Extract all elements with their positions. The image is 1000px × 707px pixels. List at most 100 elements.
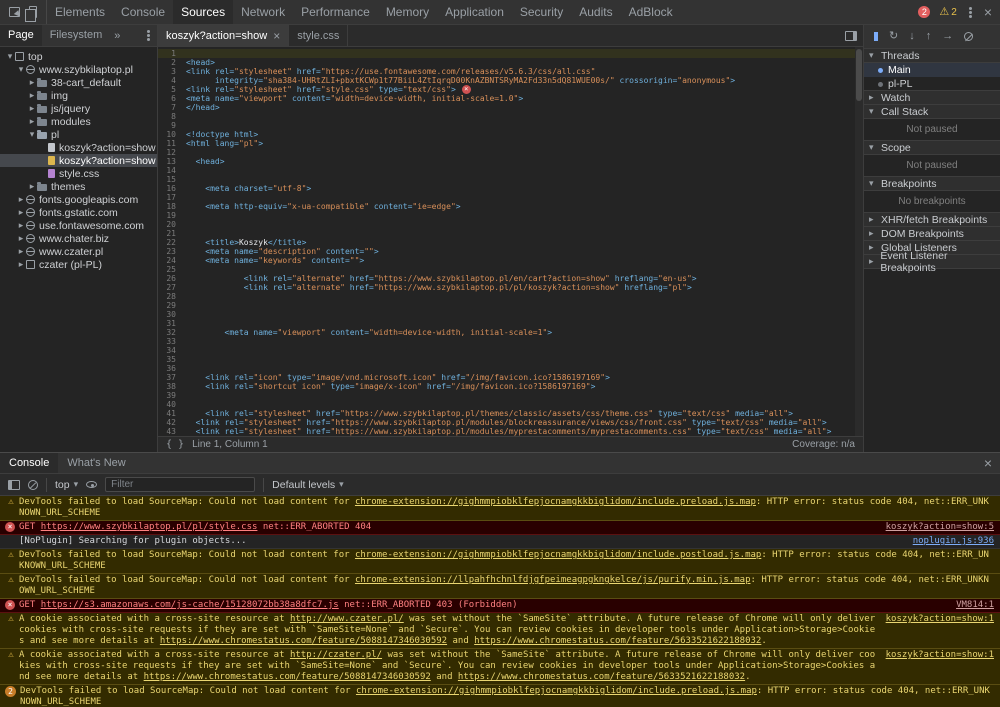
tab-console[interactable]: Console [0, 453, 58, 473]
thread-item-pl-pl[interactable]: pl-PL [864, 77, 1000, 91]
line-number[interactable]: 41 [158, 409, 182, 418]
line-number[interactable]: 14 [158, 166, 182, 175]
section-header-watch[interactable]: ▸Watch [864, 90, 1000, 105]
line-number[interactable]: 3 [158, 67, 182, 76]
line-number[interactable]: 35 [158, 355, 182, 364]
close-drawer-icon[interactable]: × [984, 456, 1000, 470]
toggle-panel-icon[interactable] [845, 31, 857, 41]
line-number[interactable]: 19 [158, 211, 182, 220]
line-number[interactable]: 34 [158, 346, 182, 355]
line-number[interactable]: 22 [158, 238, 182, 247]
panel-tab-security[interactable]: Security [512, 0, 571, 24]
tree-item-top[interactable]: ▾top [0, 50, 157, 63]
error-count-badge[interactable]: 2 [918, 6, 930, 18]
tree-item-img[interactable]: ▸img [0, 89, 157, 102]
line-number[interactable]: 39 [158, 391, 182, 400]
source-location-link[interactable]: koszyk?action=show:1 [886, 650, 994, 661]
message-link[interactable]: https://s3.amazonaws.com/js-cache/151280… [41, 600, 339, 610]
line-number[interactable]: 31 [158, 319, 182, 328]
section-header-xhr-fetch-breakpoints[interactable]: ▸XHR/fetch Breakpoints [864, 212, 1000, 227]
line-number[interactable]: 17 [158, 193, 182, 202]
line-number[interactable]: 25 [158, 265, 182, 274]
tree-item-use-fontawesome-com[interactable]: ▸use.fontawesome.com [0, 219, 157, 232]
message-link[interactable]: http://www.czater.pl/ [290, 614, 404, 624]
line-number[interactable]: 7 [158, 103, 182, 112]
scrollbar-thumb[interactable] [856, 49, 862, 101]
line-number[interactable]: 30 [158, 310, 182, 319]
line-number[interactable]: 36 [158, 364, 182, 373]
tab-whats-new[interactable]: What's New [58, 453, 134, 473]
source-location-link[interactable]: VM814:1 [956, 600, 994, 611]
deactivate-breakpoints-icon[interactable] [964, 32, 973, 41]
device-toolbar-icon[interactable] [29, 6, 37, 18]
line-number[interactable]: 8 [158, 112, 182, 121]
editor-tab-koszyk-action-show[interactable]: koszyk?action=show× [158, 25, 289, 46]
message-link[interactable]: https://www.szybkilaptop.pl/pl/style.css [41, 522, 258, 532]
tree-item-38-cart-default[interactable]: ▸38-cart_default [0, 76, 157, 89]
line-number[interactable]: 2 [158, 58, 182, 67]
line-number[interactable]: 6 [158, 94, 182, 103]
panel-tab-performance[interactable]: Performance [293, 0, 378, 24]
coverage-status[interactable]: Coverage: n/a [792, 439, 855, 450]
panel-tab-memory[interactable]: Memory [378, 0, 437, 24]
panel-tab-sources[interactable]: Sources [173, 0, 233, 24]
step-icon[interactable]: → [942, 31, 953, 42]
console-sidebar-toggle-icon[interactable] [8, 480, 20, 490]
editor-tab-style-css[interactable]: style.css [289, 25, 348, 46]
step-into-icon[interactable]: ↓ [909, 31, 915, 42]
line-number[interactable]: 13 [158, 157, 182, 166]
tree-item-js-jquery[interactable]: ▸js/jquery [0, 102, 157, 115]
panel-tab-console[interactable]: Console [113, 0, 173, 24]
line-number[interactable]: 4 [158, 76, 182, 85]
line-number[interactable]: 24 [158, 256, 182, 265]
line-number[interactable]: 12 [158, 148, 182, 157]
navigator-more-icon[interactable] [147, 34, 150, 37]
clear-console-icon[interactable] [28, 480, 38, 490]
line-number[interactable]: 37 [158, 373, 182, 382]
close-tab-icon[interactable]: × [273, 29, 280, 43]
error-icon[interactable]: × [462, 85, 471, 94]
step-out-icon[interactable]: ↑ [926, 31, 932, 42]
message-link[interactable]: https://www.chromestatus.com/feature/563… [474, 636, 761, 646]
line-number[interactable]: 43 [158, 427, 182, 436]
line-number[interactable]: 16 [158, 184, 182, 193]
log-level-selector[interactable]: Default levels ▾ [272, 479, 344, 491]
line-number[interactable]: 15 [158, 175, 182, 184]
source-location-link[interactable]: noplugin.js:936 [913, 536, 994, 547]
pretty-print-icon[interactable]: { } [166, 439, 184, 450]
console-filter-input[interactable] [105, 477, 255, 492]
section-header-dom-breakpoints[interactable]: ▸DOM Breakpoints [864, 226, 1000, 241]
line-number[interactable]: 28 [158, 292, 182, 301]
navigator-tab-filesystem[interactable]: Filesystem [42, 25, 111, 46]
message-link[interactable]: chrome-extension://gighmmpiobklfepjocnam… [356, 686, 757, 696]
execution-context-selector[interactable]: top ▾ [55, 479, 78, 491]
tree-item-modules[interactable]: ▸modules [0, 115, 157, 128]
tree-item-themes[interactable]: ▸themes [0, 180, 157, 193]
section-header-scope[interactable]: ▾Scope [864, 140, 1000, 155]
tree-item-fonts-googleapis-com[interactable]: ▸fonts.googleapis.com [0, 193, 157, 206]
editor-scrollbar[interactable] [855, 47, 863, 436]
tree-item-fonts-gstatic-com[interactable]: ▸fonts.gstatic.com [0, 206, 157, 219]
tree-item-www-czater-pl[interactable]: ▸www.czater.pl [0, 245, 157, 258]
line-number[interactable]: 29 [158, 301, 182, 310]
pause-script-icon[interactable] [874, 32, 878, 41]
line-number[interactable]: 32 [158, 328, 182, 337]
section-header-event-listener-breakpoints[interactable]: ▸Event Listener Breakpoints [864, 254, 1000, 269]
line-number[interactable]: 26 [158, 274, 182, 283]
live-expression-icon[interactable] [86, 481, 97, 488]
line-number[interactable]: 38 [158, 382, 182, 391]
line-number[interactable]: 5 [158, 85, 182, 94]
tree-item-www-szybkilaptop-pl[interactable]: ▾www.szybkilaptop.pl [0, 63, 157, 76]
line-number[interactable]: 33 [158, 337, 182, 346]
line-number[interactable]: 11 [158, 139, 182, 148]
section-header-call-stack[interactable]: ▾Call Stack [864, 104, 1000, 119]
tree-item-www-chater-biz[interactable]: ▸www.chater.biz [0, 232, 157, 245]
message-link[interactable]: https://www.chromestatus.com/feature/563… [458, 672, 745, 682]
line-number[interactable]: 42 [158, 418, 182, 427]
message-link[interactable]: https://www.chromestatus.com/feature/508… [160, 636, 447, 646]
line-number[interactable]: 10 [158, 130, 182, 139]
section-header-threads[interactable]: ▾Threads [864, 48, 1000, 63]
message-link[interactable]: http://czater.pl/ [290, 650, 382, 660]
message-link[interactable]: chrome-extension://llpahfhchnlfdjgfpeime… [355, 575, 751, 585]
tree-item-style-css[interactable]: style.css [0, 167, 157, 180]
